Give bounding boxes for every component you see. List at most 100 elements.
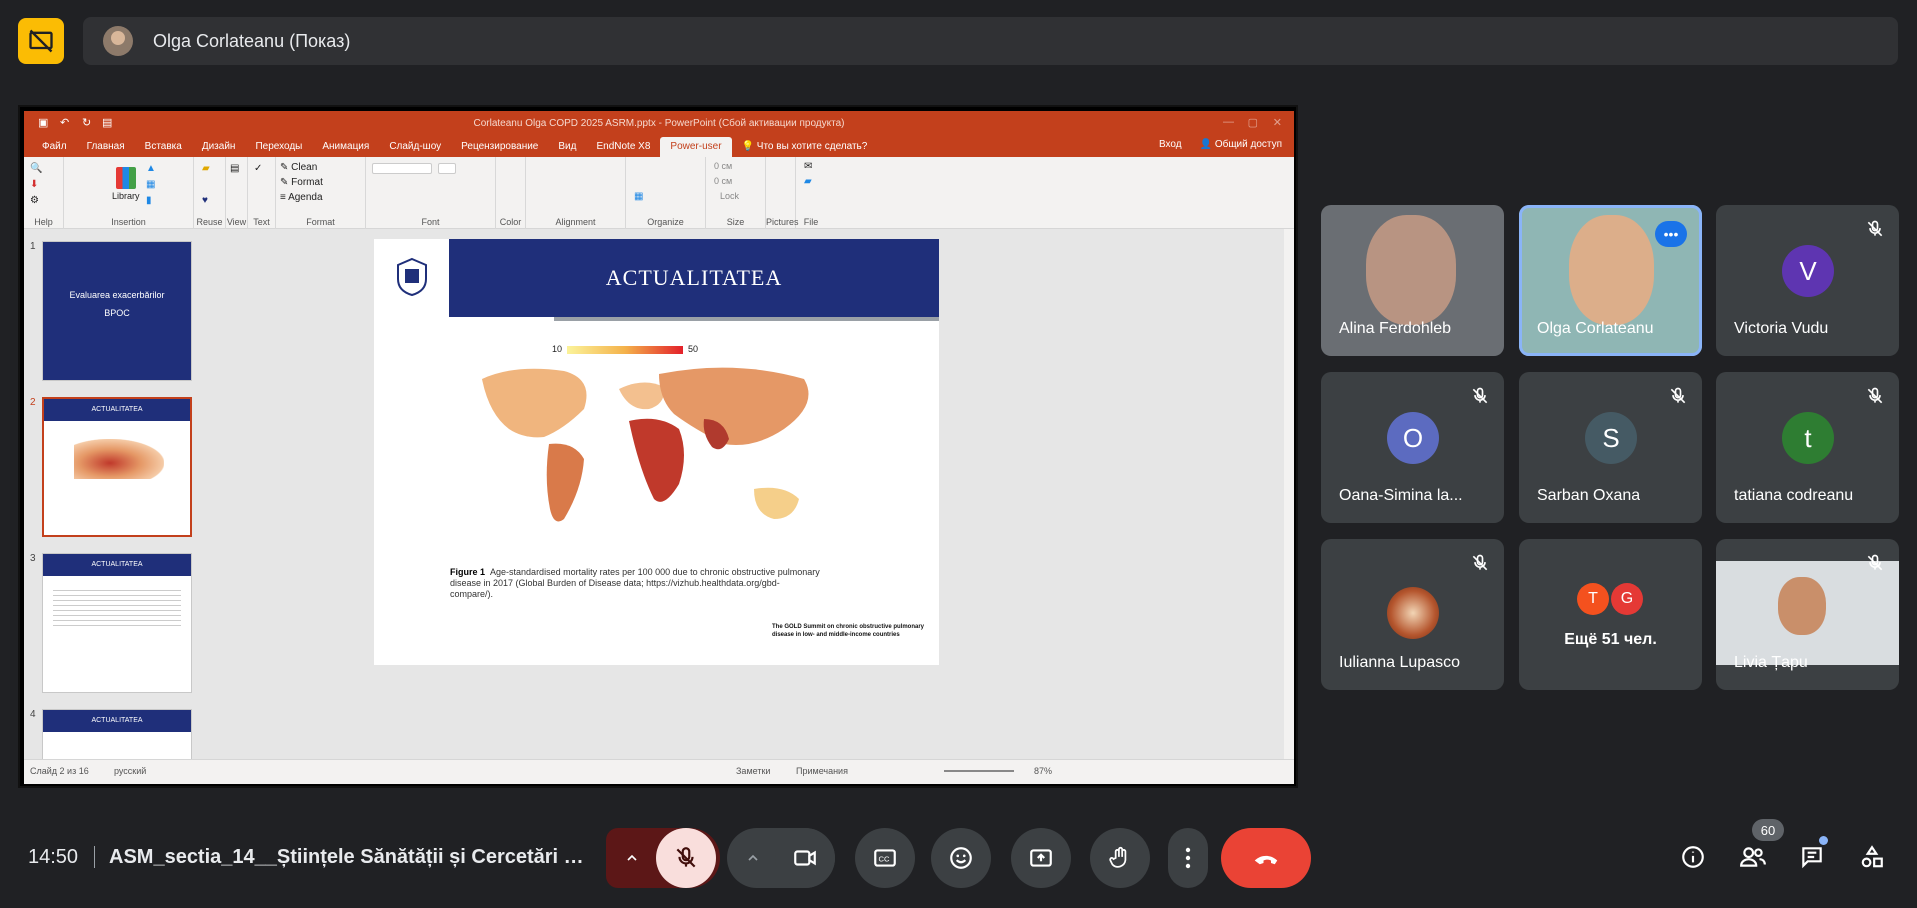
participant-tile[interactable]: O Oana-Simina la... — [1321, 372, 1504, 523]
participant-tile[interactable]: Alina Ferdohleb — [1321, 205, 1504, 356]
presentation-icon[interactable] — [18, 18, 64, 64]
tab-design[interactable]: Дизайн — [192, 141, 246, 157]
minimize-icon[interactable]: — — [1223, 116, 1234, 128]
people-button[interactable] — [1738, 842, 1768, 872]
more-options-button[interactable] — [1168, 828, 1208, 888]
avatar: G — [1611, 583, 1643, 615]
font-name-box[interactable] — [372, 163, 432, 174]
ribbon-group-alignment: Alignment — [526, 157, 626, 229]
mail-icon[interactable]: ✉ — [804, 161, 812, 172]
group-label: Pictures — [766, 217, 799, 227]
mic-off-icon — [1867, 554, 1883, 571]
ribbon-group-size: 0 см 0 см Lock Size — [706, 157, 766, 229]
format-button[interactable]: ✎ Format — [280, 177, 323, 188]
participant-tile[interactable]: V Victoria Vudu — [1716, 205, 1899, 356]
slide-editor[interactable]: ACTUALITATEA 10 50 Figure 1 Age-standard… — [234, 229, 1284, 759]
tab-slideshow[interactable]: Слайд-шоу — [379, 141, 451, 157]
thumb-title: Evaluarea exacerbărilor — [69, 290, 165, 300]
library-button[interactable]: Library — [112, 191, 140, 201]
height-input[interactable]: 0 см — [714, 176, 732, 186]
slide[interactable]: ACTUALITATEA 10 50 Figure 1 Age-standard… — [374, 239, 939, 665]
library-icon[interactable] — [116, 167, 136, 189]
download-icon[interactable]: ⬇ — [30, 179, 38, 190]
camera-toggle-button[interactable] — [775, 828, 835, 888]
maximize-icon[interactable]: ▢ — [1248, 116, 1258, 129]
width-input[interactable]: 0 см — [714, 161, 732, 171]
tab-transitions[interactable]: Переходы — [245, 141, 312, 157]
captions-button[interactable]: CC — [855, 828, 915, 888]
lock-button[interactable]: Lock — [720, 191, 739, 201]
folder-icon[interactable]: ▰ — [202, 163, 210, 174]
slide-thumbnail-1[interactable]: Evaluarea exacerbărilor BPOC — [42, 241, 192, 381]
more-participants-tile[interactable]: T G Ещё 51 чел. — [1519, 539, 1702, 690]
tab-endnote[interactable]: EndNote X8 — [586, 141, 660, 157]
start-slideshow-icon[interactable]: ▤ — [102, 116, 112, 129]
more-options-icon[interactable]: ••• — [1655, 221, 1687, 247]
raise-hand-button[interactable] — [1090, 828, 1150, 888]
present-screen-button[interactable] — [1011, 828, 1071, 888]
chat-button[interactable] — [1797, 842, 1827, 872]
participant-tile[interactable]: ••• Olga Corlateanu — [1519, 205, 1702, 356]
tab-view[interactable]: Вид — [548, 141, 586, 157]
activities-button[interactable] — [1857, 842, 1887, 872]
tab-power-user[interactable]: Power-user — [660, 137, 732, 157]
tab-insert[interactable]: Вставка — [135, 141, 192, 157]
gear-icon[interactable]: ⚙ — [30, 195, 39, 206]
ribbon-tabs: Файл Главная Вставка Дизайн Переходы Ани… — [24, 135, 1294, 157]
zoom-slider[interactable] — [944, 770, 1014, 772]
tab-review[interactable]: Рецензирование — [451, 141, 548, 157]
save-icon[interactable]: ▣ — [38, 116, 48, 129]
slide-number: 1 — [30, 241, 36, 252]
participant-tile[interactable]: Iulianna Lupasco — [1321, 539, 1504, 690]
meeting-info-button[interactable] — [1678, 842, 1708, 872]
account-area: Вход 👤 Общий доступ — [1159, 139, 1282, 150]
slide-number: 3 — [30, 553, 36, 564]
presenter-bar[interactable]: Olga Corlateanu (Показ) — [83, 17, 1898, 65]
grid-view-icon[interactable]: ▤ — [230, 163, 239, 174]
text-check-icon[interactable]: ✓ — [254, 163, 262, 174]
leave-call-button[interactable] — [1221, 828, 1311, 888]
notes-button[interactable]: Заметки — [736, 766, 770, 776]
table-icon[interactable]: ▦ — [146, 179, 155, 190]
font-size-box[interactable] — [438, 163, 456, 174]
participant-name: Iulianna Lupasco — [1339, 654, 1460, 671]
redo-icon[interactable]: ↻ — [82, 116, 91, 129]
shapes-icon[interactable]: ▲ — [146, 163, 156, 174]
participant-tile[interactable]: Livia Țapu — [1716, 539, 1899, 690]
slide-thumbnail-3[interactable]: ACTUALITATEA — [42, 553, 192, 693]
undo-icon[interactable]: ↶ — [60, 116, 69, 129]
language[interactable]: русский — [114, 766, 146, 776]
group-label: View — [226, 217, 247, 227]
share-button[interactable]: 👤 Общий доступ — [1200, 139, 1282, 150]
participant-tile[interactable]: t tatiana codreanu — [1716, 372, 1899, 523]
mic-toggle-button[interactable] — [656, 828, 716, 888]
tell-me-search[interactable]: 💡 Что вы хотите сделать? — [732, 141, 878, 157]
ribbon-group-text: ✓ Text — [248, 157, 276, 229]
world-map — [482, 367, 809, 522]
slide-number: 4 — [30, 709, 36, 720]
file-icon[interactable]: ▰ — [804, 176, 812, 187]
grid-icon[interactable]: ▦ — [634, 191, 643, 202]
slide-thumbnails-pane[interactable]: 1 Evaluarea exacerbărilor BPOC 2 ACTUALI… — [24, 229, 234, 759]
tab-file[interactable]: Файл — [32, 141, 77, 157]
reactions-button[interactable] — [931, 828, 991, 888]
heart-icon[interactable]: ♥ — [202, 195, 208, 206]
participant-tile[interactable]: S Sarban Oxana — [1519, 372, 1702, 523]
presenter-label: Olga Corlateanu (Показ) — [153, 30, 351, 51]
comments-button[interactable]: Примечания — [796, 766, 848, 776]
slide-thumbnail-4[interactable]: ACTUALITATEA — [42, 709, 192, 759]
tab-home[interactable]: Главная — [77, 141, 135, 157]
avatar: t — [1782, 412, 1834, 464]
signin-link[interactable]: Вход — [1159, 139, 1182, 150]
search-icon[interactable]: 🔍 — [30, 163, 42, 174]
chart-icon[interactable]: ▮ — [146, 195, 152, 206]
mic-off-icon — [1472, 554, 1488, 571]
avatar: V — [1782, 245, 1834, 297]
slide-thumbnail-2[interactable]: ACTUALITATEA — [42, 397, 192, 537]
close-icon[interactable]: ✕ — [1273, 116, 1282, 129]
agenda-button[interactable]: ≡ Agenda — [280, 192, 323, 203]
tab-animations[interactable]: Анимация — [312, 141, 379, 157]
zoom-level[interactable]: 87% — [1034, 766, 1052, 776]
avatar: S — [1585, 412, 1637, 464]
clean-button[interactable]: ✎ Clean — [280, 162, 317, 173]
